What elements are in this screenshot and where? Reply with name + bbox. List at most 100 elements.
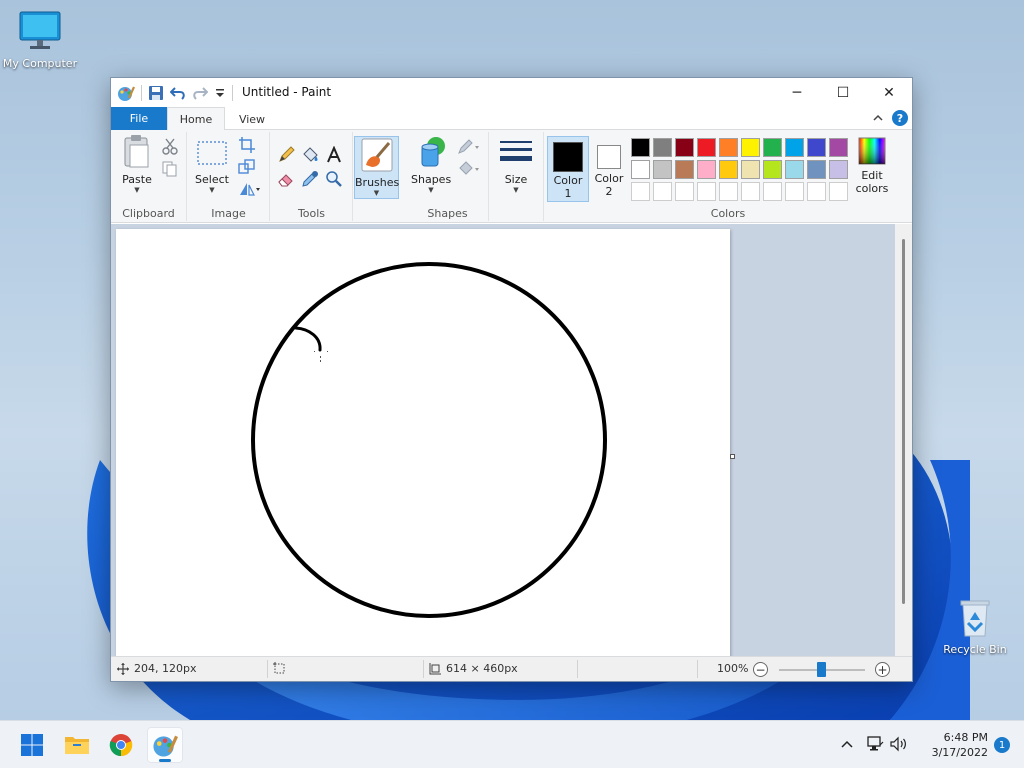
color-swatch[interactable] [631, 160, 650, 179]
custom-color-slot[interactable] [785, 182, 804, 201]
clock-time: 6:48 PM [943, 731, 988, 744]
close-button[interactable]: ✕ [866, 78, 912, 107]
show-hidden-icons-icon[interactable] [840, 738, 854, 750]
size-button[interactable]: Size ▼ [496, 136, 536, 194]
redo-icon[interactable] [192, 85, 208, 101]
color2-swatch [597, 145, 621, 169]
network-icon[interactable] [866, 736, 884, 752]
color-swatch[interactable] [807, 160, 826, 179]
status-divider-2 [423, 660, 424, 678]
text-tool-icon[interactable] [325, 146, 343, 164]
taskbar: 6:48 PM 3/17/2022 1 [0, 720, 1024, 768]
paint-taskbar-button[interactable] [147, 727, 183, 763]
color-swatch[interactable] [697, 138, 716, 157]
color-swatch[interactable] [829, 138, 848, 157]
custom-color-slot[interactable] [829, 182, 848, 201]
color-swatch[interactable] [785, 138, 804, 157]
color-swatch[interactable] [785, 160, 804, 179]
shapes-button[interactable]: Shapes ▼ [411, 134, 451, 194]
color1-label: Color [553, 174, 583, 187]
maximize-button[interactable]: ☐ [820, 78, 866, 107]
color2-button[interactable]: Color 2 [591, 136, 627, 202]
collapse-ribbon-icon[interactable] [872, 113, 884, 123]
custom-color-slot[interactable] [697, 182, 716, 201]
custom-color-slot[interactable] [675, 182, 694, 201]
paint-window: Untitled - Paint ─ ☐ ✕ File Home View ? [110, 77, 913, 682]
outline-icon[interactable] [457, 138, 481, 156]
custom-color-slot[interactable] [763, 182, 782, 201]
copy-icon[interactable] [161, 160, 179, 178]
canvas-drawing [251, 262, 607, 618]
tab-view[interactable]: View [227, 107, 277, 131]
file-explorer-button[interactable] [59, 727, 95, 763]
tab-file[interactable]: File [111, 107, 167, 130]
canvas-workspace [111, 224, 912, 656]
my-computer-label: My Computer [2, 57, 78, 70]
crop-icon[interactable] [238, 136, 256, 154]
color-swatch[interactable] [631, 138, 650, 157]
vertical-scroll-thumb[interactable] [902, 239, 905, 604]
customize-qat-icon[interactable] [214, 85, 226, 101]
cut-icon[interactable] [161, 138, 179, 156]
custom-color-slot[interactable] [741, 182, 760, 201]
color1-button[interactable]: Color 1 [547, 136, 589, 202]
eraser-icon[interactable] [277, 170, 295, 188]
custom-color-slot[interactable] [653, 182, 672, 201]
color-swatch[interactable] [741, 138, 760, 157]
drawing-canvas[interactable] [116, 229, 730, 656]
tools-group-label: Tools [297, 207, 326, 220]
color-swatch[interactable] [763, 138, 782, 157]
volume-icon[interactable] [890, 736, 908, 752]
resize-icon[interactable] [238, 158, 256, 176]
paint-app-icon[interactable] [117, 84, 135, 102]
chrome-button[interactable] [103, 727, 139, 763]
custom-color-slot[interactable] [631, 182, 650, 201]
zoom-in-button[interactable]: + [875, 662, 890, 677]
paint-taskbar-icon [153, 735, 178, 757]
vertical-scrollbar[interactable] [895, 224, 912, 656]
custom-color-slot[interactable] [807, 182, 826, 201]
color-swatch[interactable] [653, 160, 672, 179]
shapes-dropdown-icon: ▼ [428, 186, 434, 194]
my-computer-icon[interactable]: My Computer [0, 10, 80, 70]
canvas-resize-handle-right[interactable] [730, 454, 735, 459]
shape-fill-icon[interactable] [457, 160, 481, 178]
image-group-label: Image [211, 207, 246, 220]
start-button[interactable] [14, 727, 50, 763]
rotate-icon[interactable] [238, 180, 262, 198]
color-picker-icon[interactable] [301, 170, 319, 188]
paste-button[interactable]: Paste ▼ [117, 134, 157, 194]
save-icon[interactable] [148, 85, 164, 101]
help-icon[interactable]: ? [892, 110, 908, 126]
pencil-icon[interactable] [277, 146, 295, 164]
clock[interactable]: 6:48 PM 3/17/2022 [920, 730, 988, 760]
fill-bucket-icon[interactable] [301, 146, 319, 164]
notification-badge[interactable]: 1 [994, 737, 1010, 753]
status-divider-3 [577, 660, 578, 678]
minimize-button[interactable]: ─ [774, 78, 820, 107]
zoom-out-button[interactable]: − [753, 662, 768, 677]
custom-color-slot[interactable] [719, 182, 738, 201]
color-swatch[interactable] [763, 160, 782, 179]
tab-home[interactable]: Home [167, 107, 225, 131]
select-button[interactable]: Select ▼ [194, 134, 230, 194]
title-bar[interactable]: Untitled - Paint ─ ☐ ✕ [111, 78, 912, 107]
brush-cursor [314, 351, 328, 362]
color-swatch[interactable] [807, 138, 826, 157]
canvas-size-icon [429, 662, 441, 674]
color-swatch[interactable] [675, 160, 694, 179]
color-swatch[interactable] [719, 138, 738, 157]
color-swatch[interactable] [653, 138, 672, 157]
color-swatch[interactable] [675, 138, 694, 157]
magnifier-icon[interactable] [325, 170, 343, 188]
undo-icon[interactable] [170, 85, 186, 101]
color-swatch[interactable] [697, 160, 716, 179]
color1-number: 1 [564, 187, 572, 200]
color-swatch[interactable] [719, 160, 738, 179]
recycle-bin-icon[interactable]: Recycle Bin [935, 598, 1015, 656]
color-swatch[interactable] [741, 160, 760, 179]
edit-colors-button[interactable]: Edit colors [851, 136, 893, 195]
color-swatch[interactable] [829, 160, 848, 179]
brushes-button[interactable]: Brushes ▼ [354, 136, 399, 199]
zoom-slider-thumb[interactable] [817, 662, 826, 677]
